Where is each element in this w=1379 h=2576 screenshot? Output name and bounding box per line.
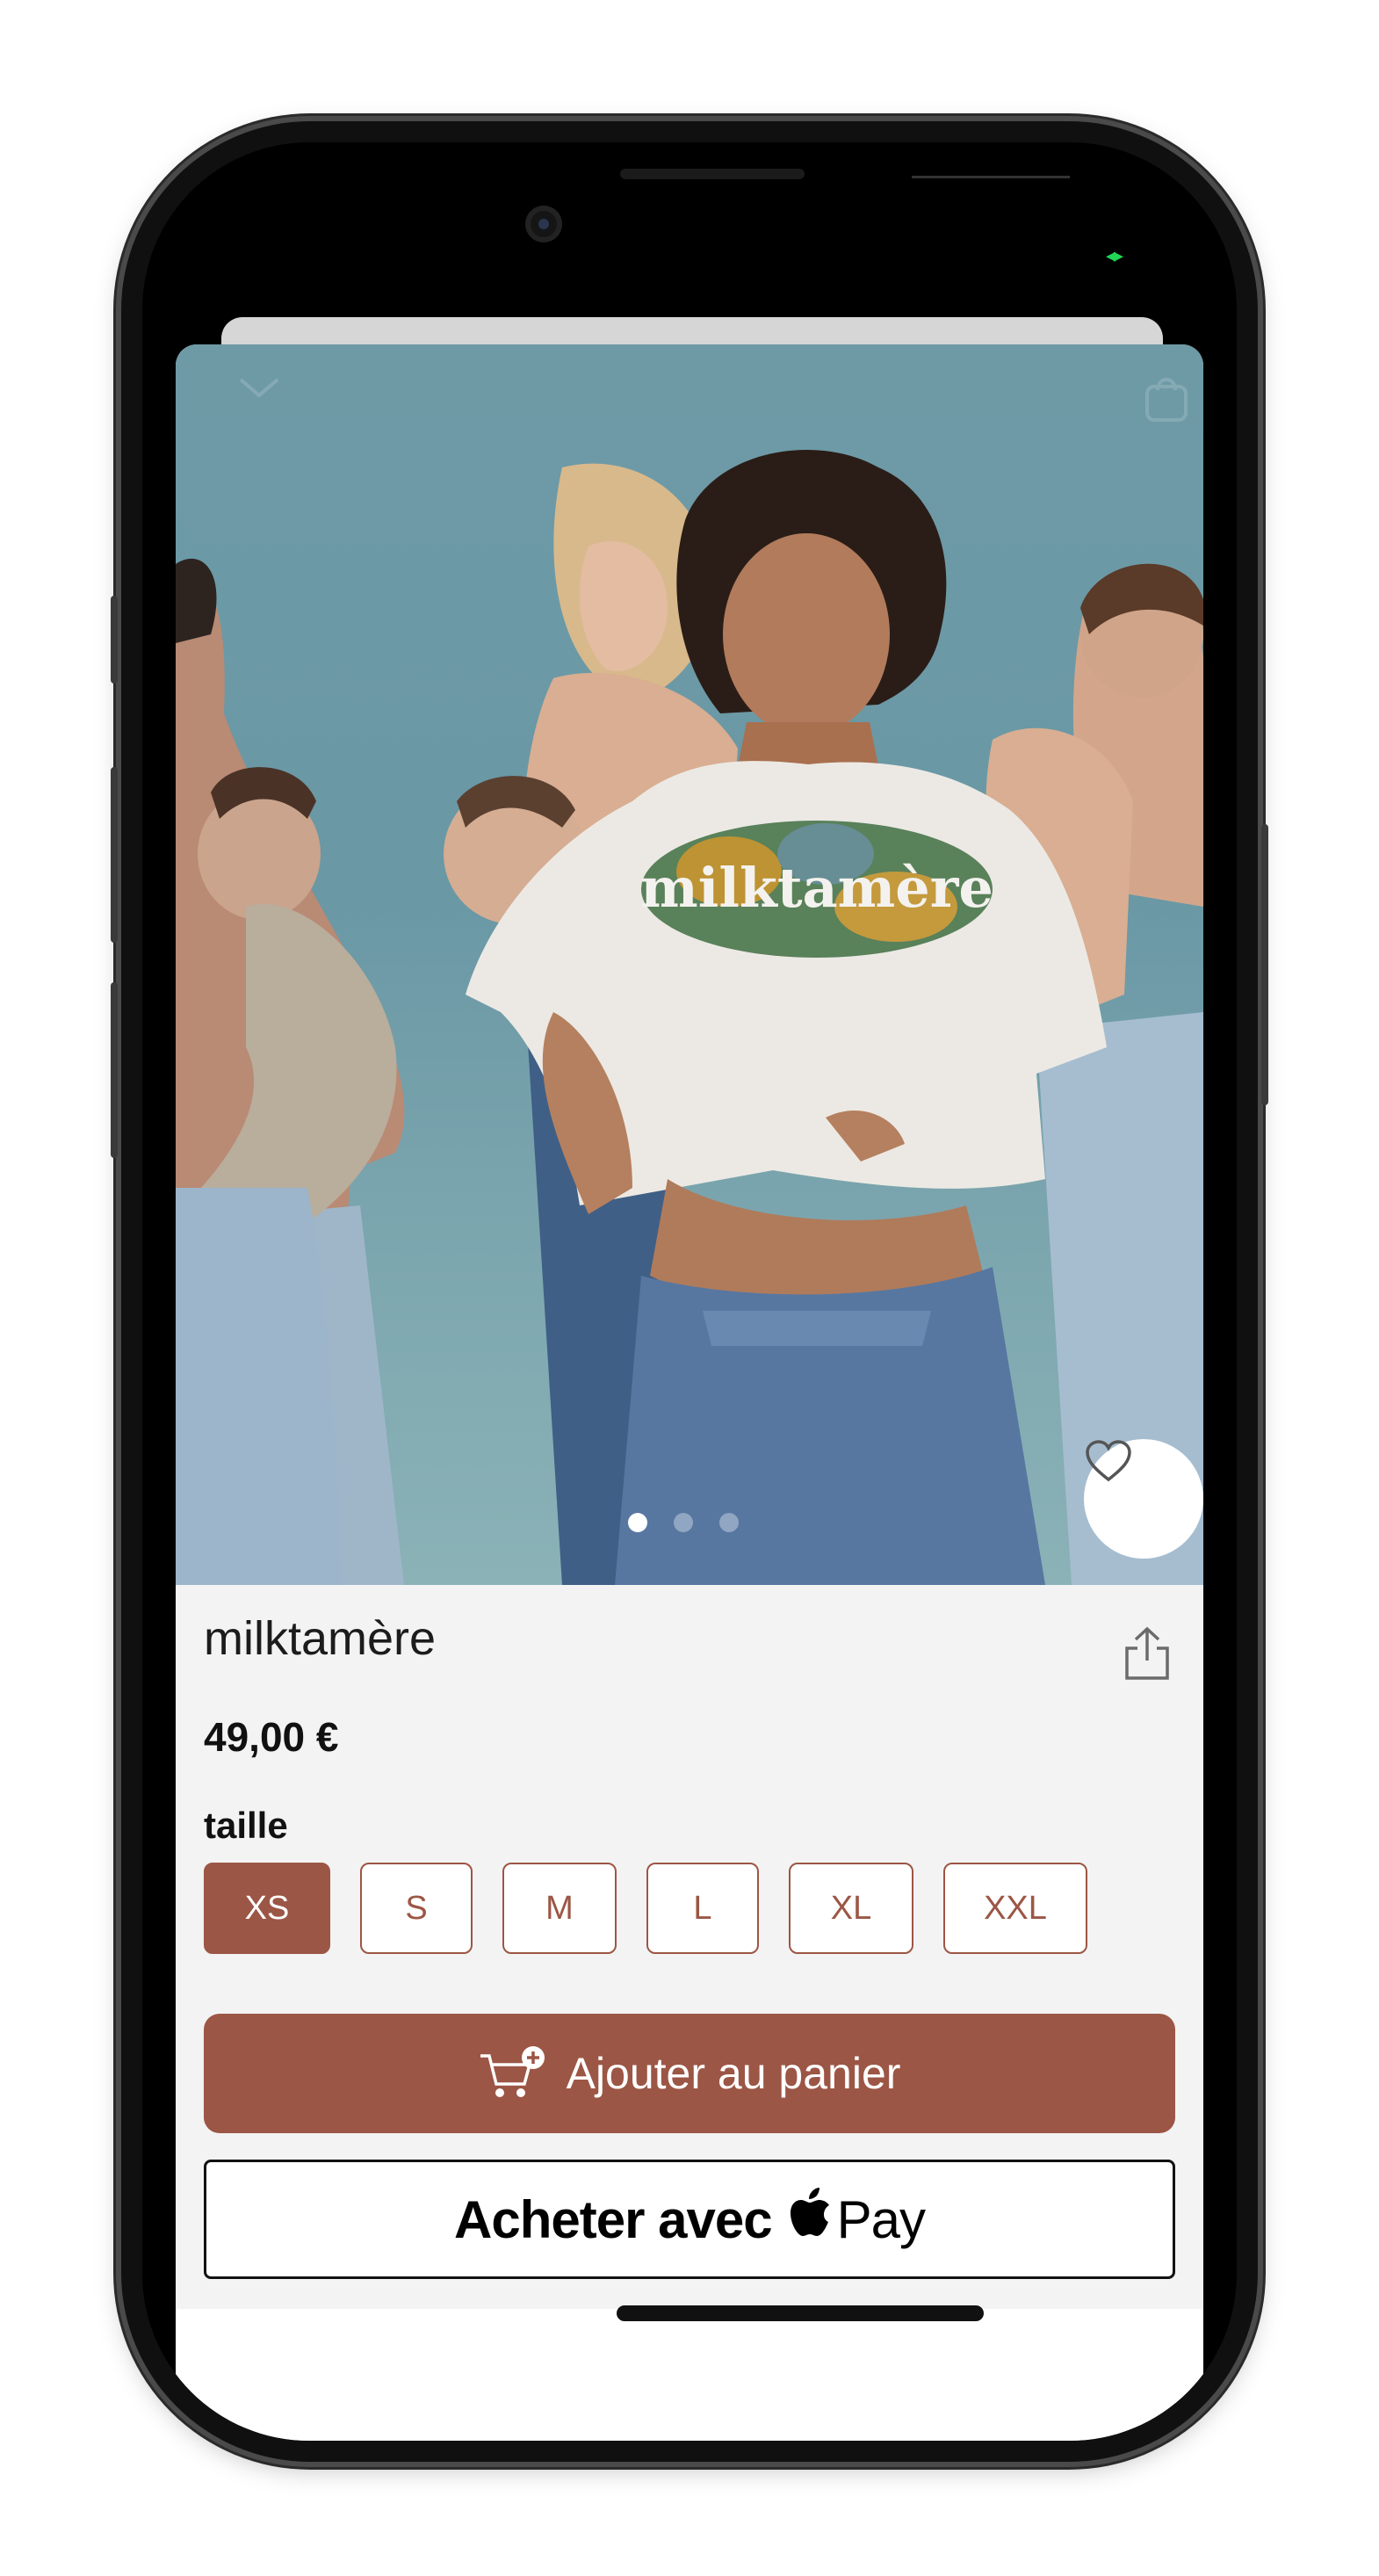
share-icon[interactable] bbox=[1122, 1625, 1173, 1682]
shirt-print-text: milktamère bbox=[640, 856, 993, 920]
phone-screen: ◂▸ milktamère milktamère 49,00 € taille … bbox=[142, 142, 1237, 2441]
volume-up-button bbox=[111, 767, 118, 943]
size-option-xxl[interactable]: XXL bbox=[943, 1863, 1087, 1954]
apple-logo-icon bbox=[788, 2187, 832, 2252]
size-option-s[interactable]: S bbox=[360, 1863, 473, 1954]
apple-pay-suffix: Pay bbox=[836, 2189, 926, 2249]
apple-pay-prefix: Acheter avec bbox=[454, 2189, 773, 2249]
battery-charging-icon: ◂▸ bbox=[1106, 244, 1123, 266]
phone-frame: ◂▸ milktamère milktamère 49,00 € taille … bbox=[111, 121, 1268, 2462]
carousel-dot[interactable] bbox=[674, 1513, 693, 1532]
bottom-safe-area bbox=[176, 2309, 1203, 2441]
size-option-l[interactable]: L bbox=[646, 1863, 759, 1954]
favorite-button[interactable] bbox=[1084, 1439, 1203, 1559]
apple-pay-button[interactable]: Acheter avec Pay bbox=[204, 2160, 1175, 2279]
mute-switch bbox=[111, 596, 118, 684]
size-label: taille bbox=[204, 1805, 288, 1846]
carousel-dot[interactable] bbox=[628, 1513, 647, 1532]
power-button bbox=[1261, 824, 1268, 1105]
home-indicator[interactable] bbox=[617, 2305, 984, 2321]
product-photo: milktamère bbox=[176, 450, 1203, 1585]
carousel-pagination bbox=[628, 1513, 739, 1532]
product-name: milktamère bbox=[204, 1612, 437, 1665]
size-option-xl[interactable]: XL bbox=[789, 1863, 913, 1954]
heart-icon bbox=[1086, 1440, 1131, 1482]
earpiece-speaker bbox=[620, 169, 805, 179]
size-option-m[interactable]: M bbox=[502, 1863, 617, 1954]
status-line bbox=[912, 176, 1070, 178]
volume-down-button bbox=[111, 982, 118, 1158]
product-image-carousel[interactable]: milktamère bbox=[176, 344, 1203, 1585]
product-price: 49,00 € bbox=[204, 1714, 339, 1760]
add-to-cart-label: Ajouter au panier bbox=[566, 2049, 901, 2098]
product-sheet: milktamère milktamère 49,00 € taille XS … bbox=[176, 344, 1203, 2441]
cart-add-icon bbox=[480, 2046, 545, 2097]
front-camera bbox=[525, 206, 562, 242]
add-to-cart-button[interactable]: Ajouter au panier bbox=[204, 2014, 1175, 2133]
carousel-dot[interactable] bbox=[719, 1513, 739, 1532]
size-option-xs[interactable]: XS bbox=[204, 1863, 330, 1954]
